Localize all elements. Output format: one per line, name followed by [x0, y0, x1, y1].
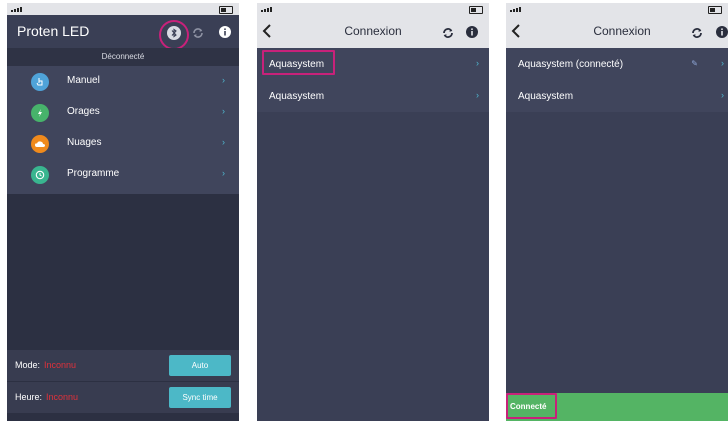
- mode-label: Mode: Inconnu: [15, 360, 77, 370]
- refresh-icon[interactable]: [690, 26, 704, 40]
- info-icon[interactable]: [466, 26, 478, 38]
- chevron-right-icon: ›: [476, 58, 479, 68]
- connection-status: Déconnecté: [7, 48, 239, 66]
- lightning-icon: [31, 104, 49, 122]
- chevron-right-icon: ›: [222, 137, 225, 147]
- screen-connexion-connected: Connexion Aquasystem (connecté) ✎ › Aqua…: [506, 3, 728, 421]
- mode-row: Mode: Inconnu Auto: [7, 350, 239, 381]
- hand-pointer-icon: [31, 73, 49, 91]
- menu-item-programme[interactable]: Programme ›: [7, 159, 239, 190]
- device-item[interactable]: Aquasystem ›: [506, 80, 728, 112]
- clock-icon: [31, 166, 49, 184]
- status-bar: [257, 3, 489, 15]
- chevron-right-icon: ›: [222, 168, 225, 178]
- bluetooth-highlight: [159, 20, 189, 50]
- chevron-right-icon: ›: [222, 106, 225, 116]
- header-bar: Proten LED: [7, 15, 239, 48]
- menu-item-label: Nuages: [67, 137, 102, 148]
- info-icon[interactable]: [716, 26, 728, 38]
- menu-item-label: Programme: [67, 168, 120, 179]
- header-bar: Connexion: [506, 15, 728, 48]
- battery-icon: [469, 6, 483, 14]
- device-name: Aquasystem: [269, 91, 325, 102]
- sync-time-button[interactable]: Sync time: [169, 387, 231, 408]
- device-highlight: [262, 50, 335, 75]
- refresh-icon[interactable]: [441, 26, 455, 40]
- header-bar: Connexion: [257, 15, 489, 48]
- edit-pencil-icon[interactable]: ✎: [691, 59, 698, 68]
- info-icon[interactable]: [219, 26, 231, 38]
- status-bar: [506, 3, 728, 15]
- menu-list: Manuel › Orages › Nuages › Programme ›: [7, 66, 239, 190]
- device-name: Aquasystem (connecté): [518, 59, 624, 70]
- battery-icon: [219, 6, 233, 14]
- empty-area: [506, 112, 728, 421]
- chevron-right-icon: ›: [222, 75, 225, 85]
- status-highlight: [506, 393, 557, 419]
- device-item[interactable]: Aquasystem (connecté) ✎ ›: [506, 48, 728, 80]
- chevron-right-icon: ›: [476, 90, 479, 100]
- screen-connexion: Connexion Aquasystem › Aquasystem ›: [257, 3, 489, 421]
- cloud-icon: [31, 135, 49, 153]
- mode-value: Inconnu: [44, 360, 77, 370]
- empty-area: [257, 112, 489, 421]
- auto-button[interactable]: Auto: [169, 355, 231, 376]
- menu-item-orages[interactable]: Orages ›: [7, 97, 239, 128]
- device-name: Aquasystem: [518, 91, 574, 102]
- menu-item-label: Orages: [67, 106, 100, 117]
- signal-icon: [261, 7, 272, 12]
- screen-home: Proten LED Déconnecté Manuel › Orages › …: [7, 3, 239, 421]
- refresh-icon[interactable]: [191, 26, 205, 40]
- menu-item-label: Manuel: [67, 75, 100, 86]
- signal-icon: [510, 7, 521, 12]
- menu-item-manuel[interactable]: Manuel ›: [7, 66, 239, 97]
- status-bar: [7, 3, 239, 15]
- time-label: Heure: Inconnu: [15, 392, 79, 402]
- time-row: Heure: Inconnu Sync time: [7, 382, 239, 413]
- battery-icon: [708, 6, 722, 14]
- device-list: Aquasystem (connecté) ✎ › Aquasystem ›: [506, 48, 728, 112]
- signal-icon: [11, 7, 22, 12]
- chevron-right-icon: ›: [721, 58, 724, 68]
- device-item[interactable]: Aquasystem ›: [257, 80, 489, 112]
- time-value: Inconnu: [46, 392, 79, 402]
- chevron-right-icon: ›: [721, 90, 724, 100]
- menu-item-nuages[interactable]: Nuages ›: [7, 128, 239, 159]
- app-title: Proten LED: [17, 23, 90, 39]
